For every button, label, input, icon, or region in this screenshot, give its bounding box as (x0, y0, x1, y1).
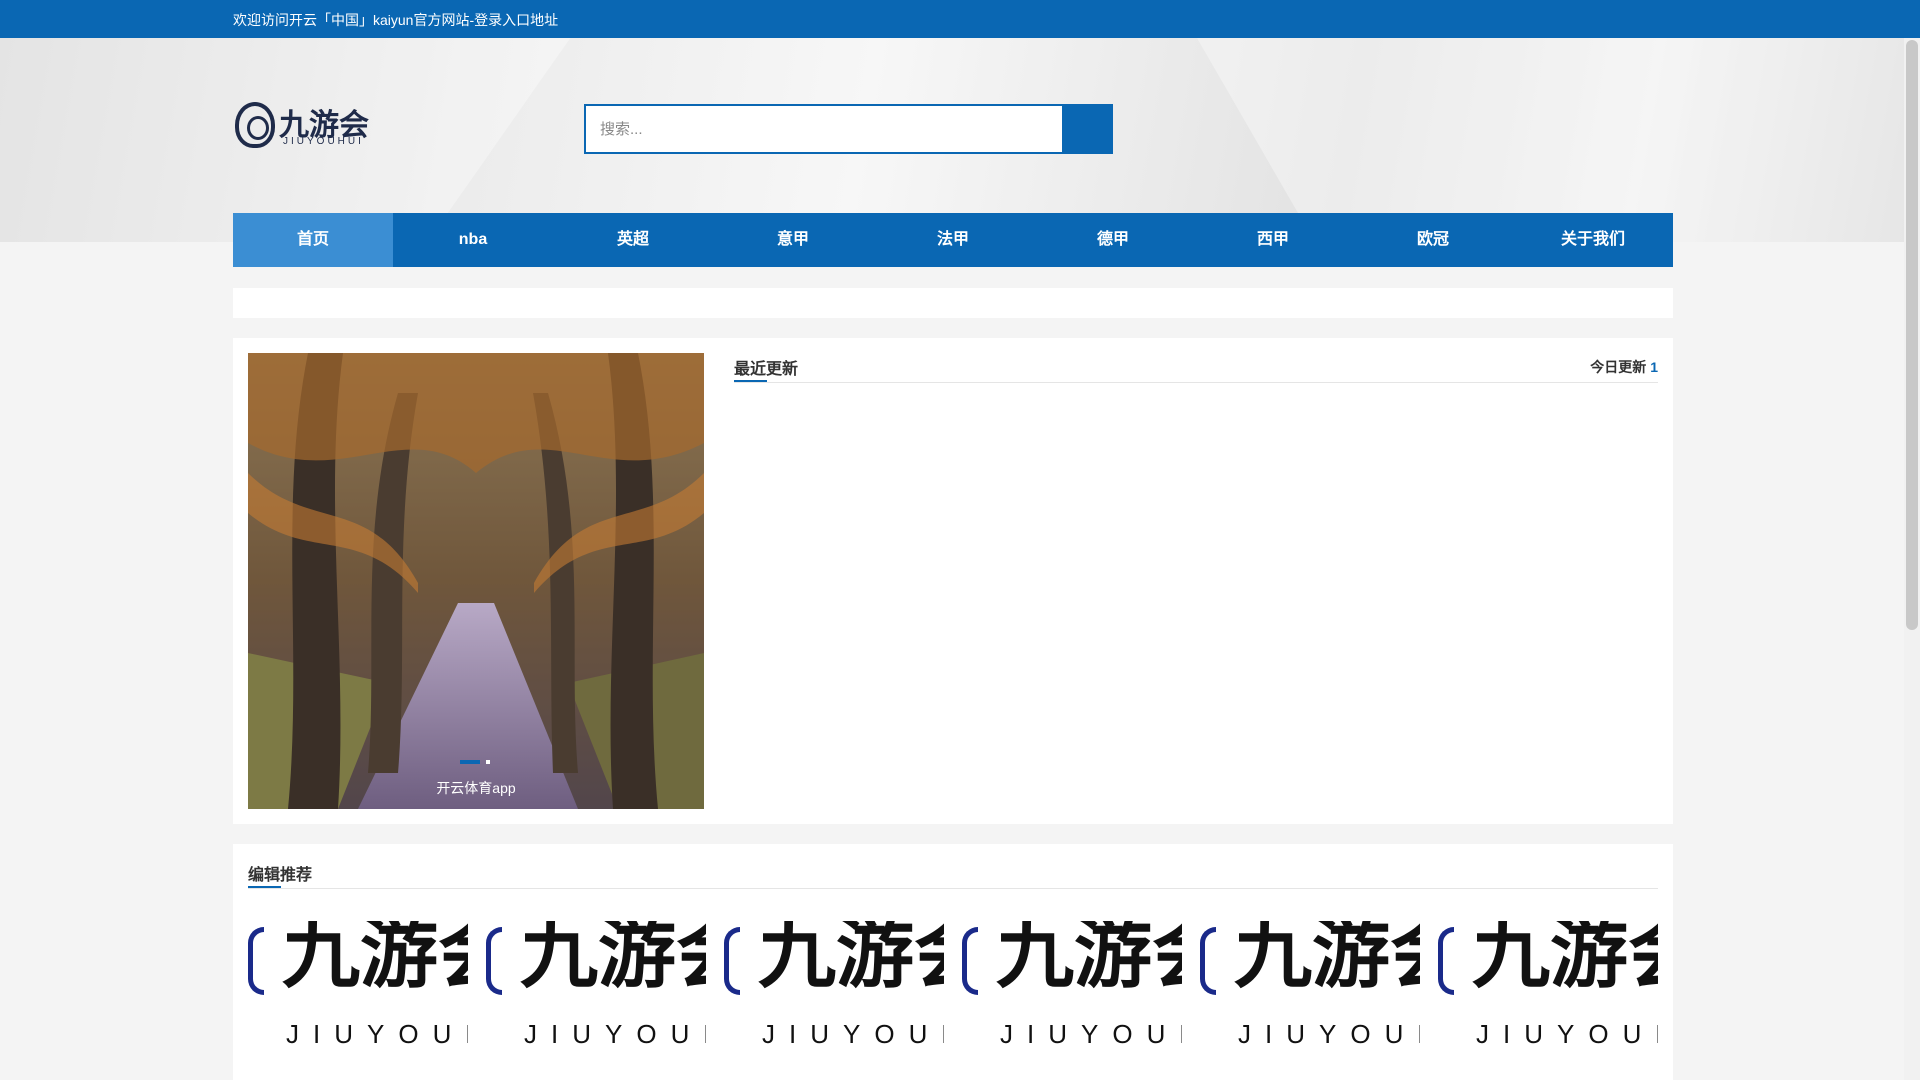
editor-pick-logo-en: JIUYOUHUI (1238, 1019, 1420, 1049)
editor-pick-logo-cn: 九游会 (282, 921, 468, 999)
brand-mark-icon (962, 927, 978, 995)
brand-mark-icon (248, 927, 264, 995)
today-updates-count: 1 (1650, 359, 1658, 375)
editor-pick-logo-en: JIUYOUHUI (1476, 1019, 1658, 1049)
brand-mark-icon (724, 927, 740, 995)
divider (248, 888, 1658, 889)
top-bar: 欢迎访问开云「中国」kaiyun官方网站-登录入口地址 (0, 0, 1920, 38)
logo-emblem-icon (235, 102, 275, 148)
image-slider[interactable]: 开云体育app (248, 353, 704, 809)
today-updates-label: 今日更新 (1590, 359, 1647, 375)
editor-pick-item[interactable]: 九游会 JIUYOUHUI (1438, 921, 1658, 1051)
editor-pick-logo-cn: 九游会 (758, 921, 944, 999)
recent-updates-title: 最近更新 (734, 361, 799, 378)
editor-pick-logo-en: JIUYOUHUI (286, 1019, 468, 1049)
main-nav: 首页 nba 英超 意甲 法甲 德甲 西甲 欧冠 关于我们 (233, 213, 1673, 267)
editor-picks-list: 九游会 JIUYOUHUI 九游会 JIUYOUHUI 九游会 JIUYOUHU… (248, 921, 1658, 1051)
brand-mark-icon (1438, 927, 1454, 995)
banner-decoration (1015, 38, 1920, 242)
editor-pick-logo-en: JIUYOUHUI (524, 1019, 706, 1049)
today-updates: 今日更新 1 (1590, 357, 1658, 377)
nav-item-la-liga[interactable]: 西甲 (1193, 213, 1353, 267)
editor-pick-logo-en: JIUYOUHUI (1000, 1019, 1182, 1049)
slider-dot-2[interactable] (486, 760, 490, 764)
search-button[interactable] (1062, 104, 1113, 154)
nav-item-ligue-1[interactable]: 法甲 (873, 213, 1033, 267)
nav-item-bundesliga[interactable]: 德甲 (1033, 213, 1193, 267)
site-logo[interactable]: 九游会 JIUYOUHUI (233, 100, 373, 152)
editor-pick-logo-cn: 九游会 (1234, 921, 1420, 999)
nav-item-premier-league[interactable]: 英超 (553, 213, 713, 267)
logo-en-text: JIUYOUHUI (283, 136, 364, 147)
editor-picks-section: 编辑推荐 九游会 JIUYOUHUI 九游会 JIUYOUHUI 九游会 JIU… (233, 844, 1673, 1080)
slider-dot-1[interactable] (460, 760, 480, 764)
slide-image (248, 353, 704, 809)
editor-pick-logo-cn: 九游会 (1472, 921, 1658, 999)
brand-mark-icon (1200, 927, 1216, 995)
editor-pick-item[interactable]: 九游会 JIUYOUHUI (1200, 921, 1420, 1051)
divider (734, 382, 1658, 383)
nav-item-serie-a[interactable]: 意甲 (713, 213, 873, 267)
nav-item-home[interactable]: 首页 (233, 213, 393, 267)
editor-pick-item[interactable]: 九游会 JIUYOUHUI (248, 921, 468, 1051)
brand-mark-icon (486, 927, 502, 995)
editor-pick-logo-cn: 九游会 (996, 921, 1182, 999)
nav-item-about-us[interactable]: 关于我们 (1513, 213, 1673, 267)
welcome-text: 欢迎访问开云「中国」kaiyun官方网站-登录入口地址 (233, 12, 559, 28)
slider-pagination (460, 760, 490, 764)
editor-pick-item[interactable]: 九游会 JIUYOUHUI (486, 921, 706, 1051)
search-input[interactable] (584, 104, 1064, 154)
scrollbar-thumb[interactable] (1906, 40, 1918, 630)
editor-picks-title: 编辑推荐 (248, 867, 313, 884)
notice-bar (233, 288, 1673, 318)
nav-item-nba[interactable]: nba (393, 213, 553, 267)
editor-pick-logo-en: JIUYOUHUI (762, 1019, 944, 1049)
slide-caption[interactable]: 开云体育app (248, 778, 704, 798)
nav-item-champions-league[interactable]: 欧冠 (1353, 213, 1513, 267)
main-panel: 开云体育app 最近更新 今日更新 1 (233, 338, 1673, 824)
editor-pick-item[interactable]: 九游会 JIUYOUHUI (962, 921, 1182, 1051)
editor-pick-logo-cn: 九游会 (520, 921, 706, 999)
editor-pick-item[interactable]: 九游会 JIUYOUHUI (724, 921, 944, 1051)
